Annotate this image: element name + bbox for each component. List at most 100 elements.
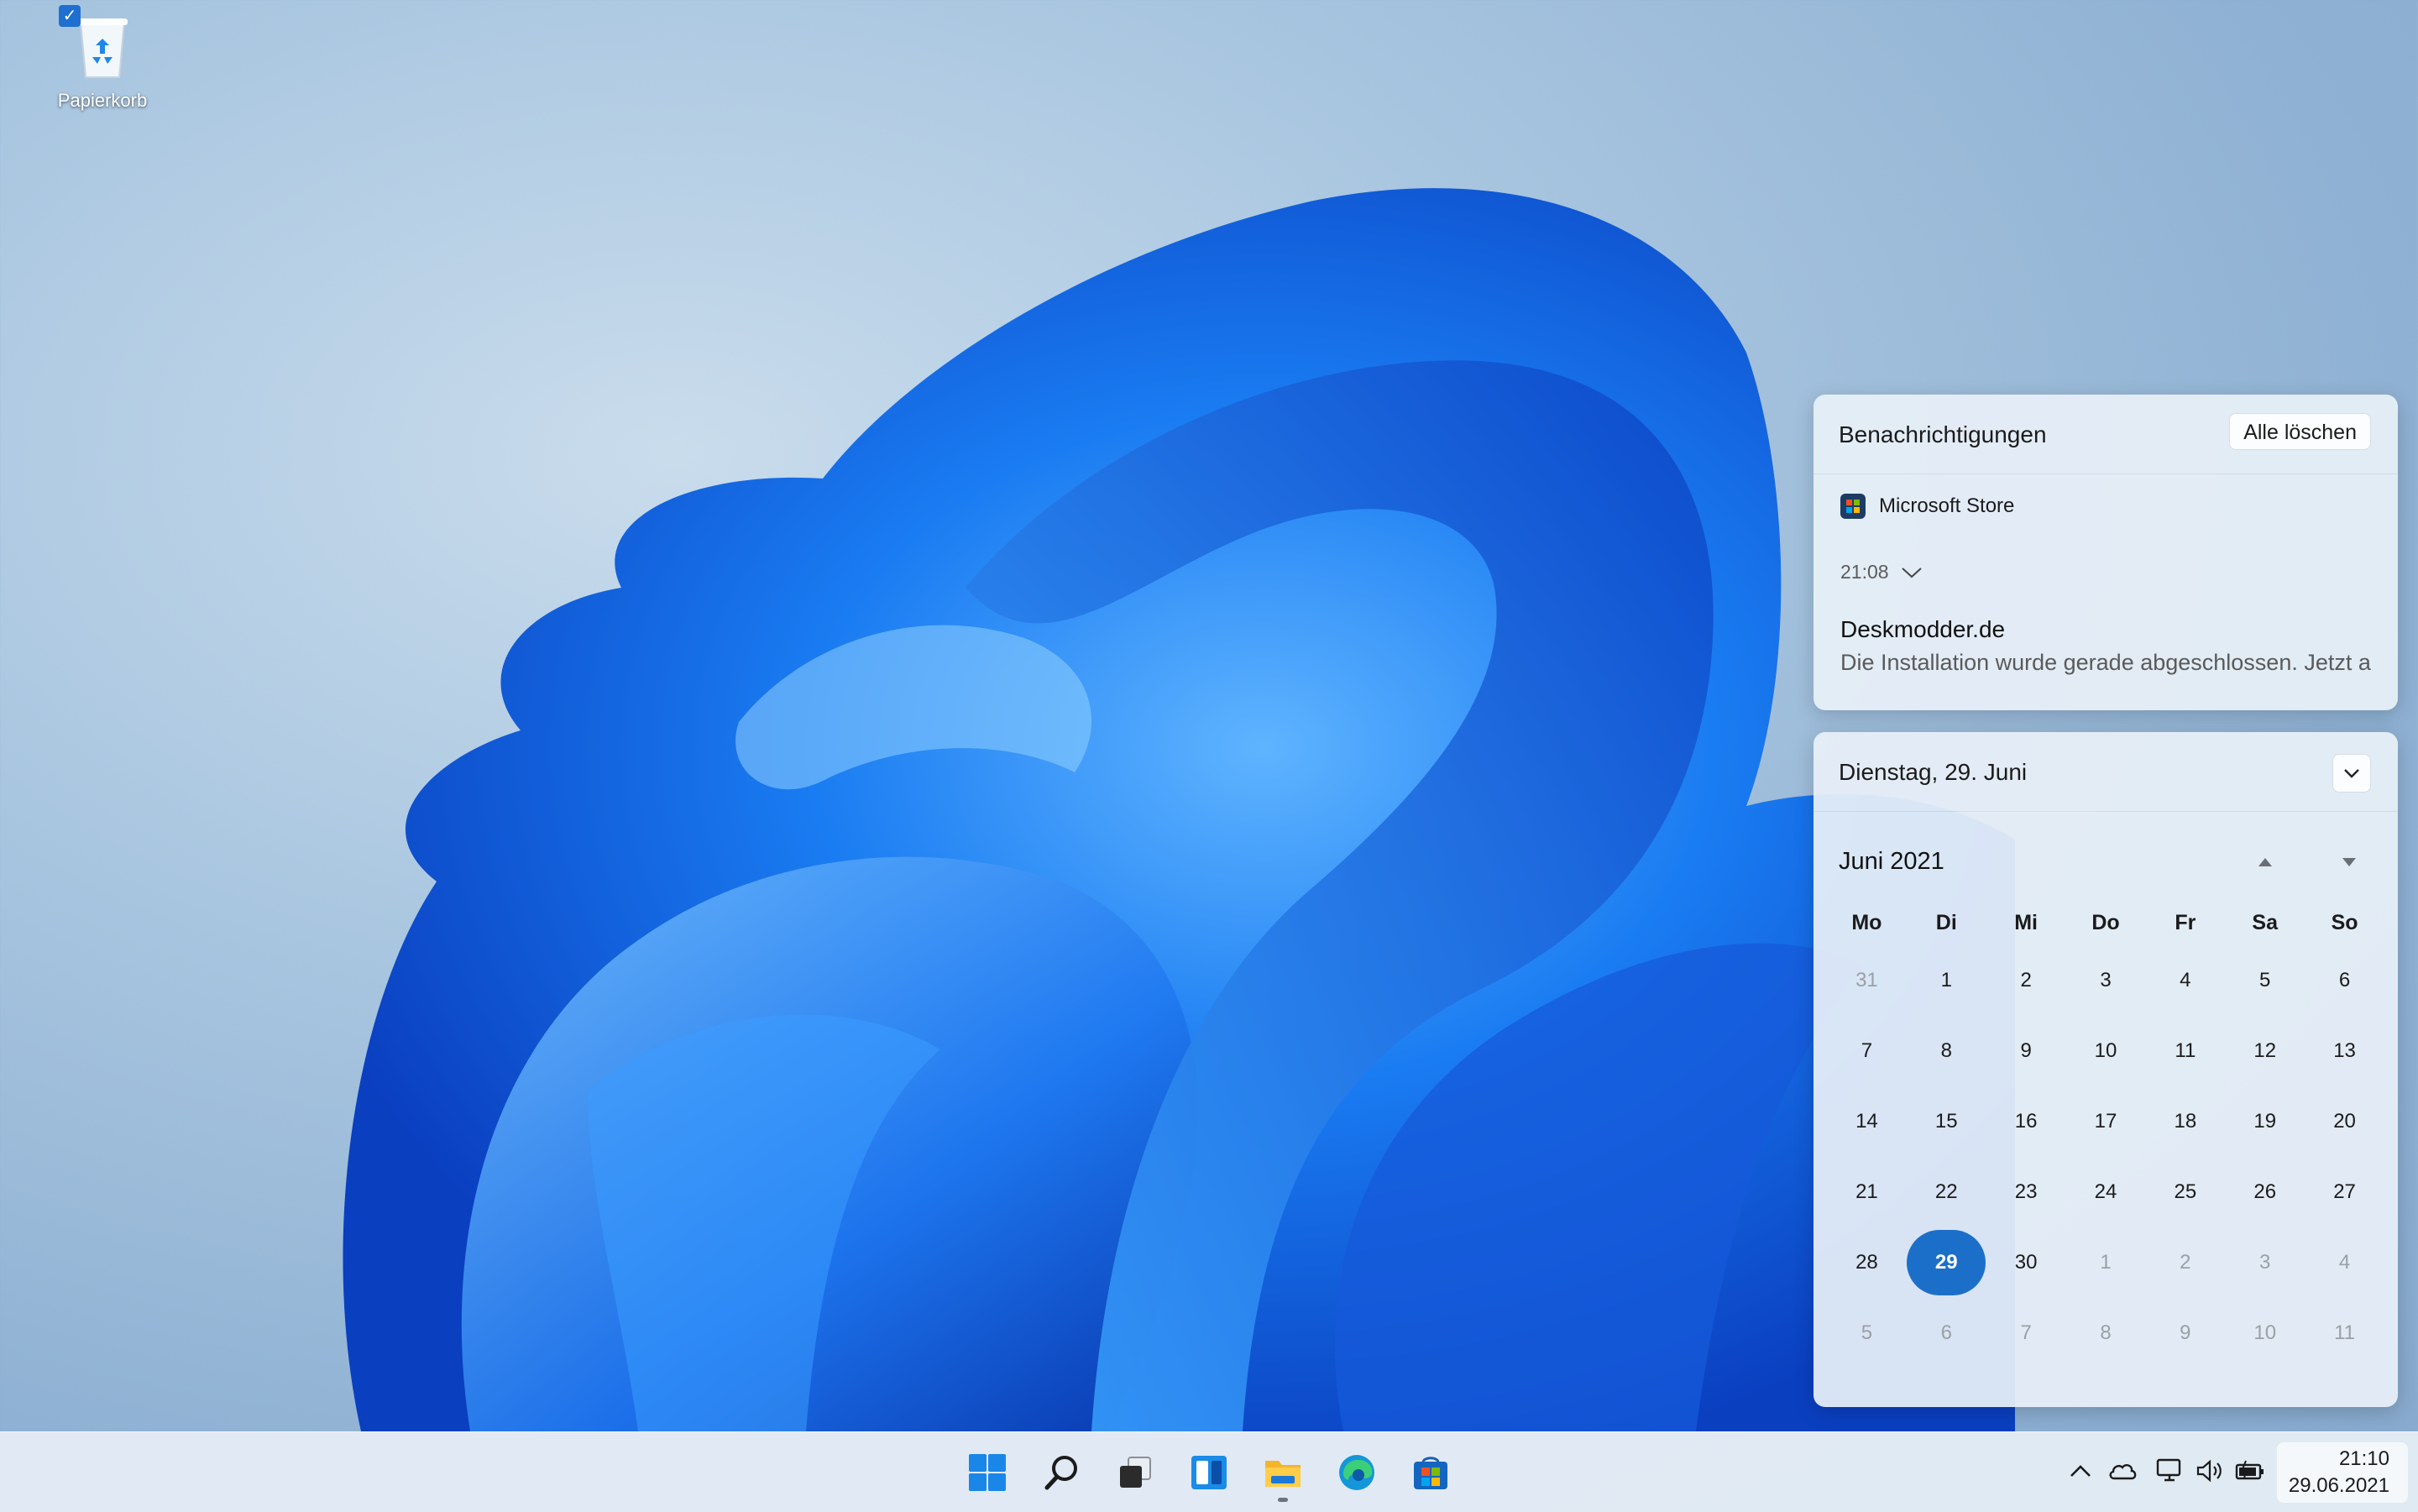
start-icon <box>969 1454 1006 1491</box>
edge-button[interactable] <box>1335 1451 1379 1494</box>
notification-header: Benachrichtigungen Alle löschen <box>1814 395 2398 474</box>
calendar-day[interactable]: 6 <box>1907 1298 1986 1368</box>
volume-icon <box>2196 1459 2222 1483</box>
task-view-icon <box>1120 1457 1151 1488</box>
start-button[interactable] <box>966 1451 1009 1494</box>
network-icon <box>2156 1458 2181 1482</box>
calendar-day[interactable]: 18 <box>2145 1086 2225 1157</box>
calendar-day[interactable]: 7 <box>1827 1016 1907 1086</box>
notification-title: Benachrichtigungen <box>1839 421 2047 447</box>
notification-app-name: Microsoft Store <box>1879 494 2015 517</box>
calendar-day[interactable]: 22 <box>1907 1157 1986 1227</box>
clock-time: 21:10 <box>2338 1447 2389 1470</box>
onedrive-tray-button[interactable] <box>2106 1454 2139 1488</box>
volume-tray-button[interactable] <box>2193 1454 2227 1488</box>
calendar-day[interactable]: 4 <box>2305 1227 2384 1298</box>
calendar-day[interactable]: 3 <box>2066 945 2146 1016</box>
calendar-week-row: 7 8 9 10 11 12 13 <box>1827 1016 2384 1086</box>
calendar-day[interactable]: 8 <box>2066 1298 2146 1368</box>
calendar-flyout: Dienstag, 29. Juni Juni 2021 Mo Di Mi Do… <box>1814 732 2398 1407</box>
show-hidden-icons-button[interactable] <box>2064 1454 2097 1488</box>
calendar-day[interactable]: 11 <box>2145 1016 2225 1086</box>
desktop-icon-label: Papierkorb <box>57 90 148 111</box>
calendar-day[interactable]: 25 <box>2145 1157 2225 1227</box>
microsoft-store-icon <box>1840 494 1866 519</box>
calendar-month-label[interactable]: Juni 2021 <box>1839 848 1944 876</box>
calendar-day[interactable]: 31 <box>1827 945 1907 1016</box>
previous-month-icon[interactable] <box>2257 856 2274 868</box>
today-day-label: 29 <box>1907 1230 1986 1295</box>
calendar-week-row: 28 29 30 1 2 3 4 <box>1827 1227 2384 1298</box>
calendar-week-row: 21 22 23 24 25 26 27 <box>1827 1157 2384 1227</box>
chevron-up-icon <box>2070 1465 2091 1477</box>
onedrive-icon <box>2109 1464 2137 1480</box>
calendar-day[interactable]: 26 <box>2225 1157 2305 1227</box>
calendar-day[interactable]: 17 <box>2066 1086 2146 1157</box>
calendar-day[interactable]: 5 <box>2225 945 2305 1016</box>
calendar-day[interactable]: 9 <box>2145 1298 2225 1368</box>
calendar-day[interactable]: 11 <box>2305 1298 2384 1368</box>
weekday-label: Mi <box>2014 911 2039 934</box>
notification-time: 21:08 <box>1840 561 1889 583</box>
calendar-day[interactable]: 16 <box>1986 1086 2066 1157</box>
battery-tray-button[interactable] <box>2233 1454 2267 1488</box>
widgets-button[interactable] <box>1187 1451 1231 1494</box>
calendar-day[interactable]: 12 <box>2225 1016 2305 1086</box>
calendar-day[interactable]: 13 <box>2305 1016 2384 1086</box>
calendar-day[interactable]: 19 <box>2225 1086 2305 1157</box>
calendar-day[interactable]: 15 <box>1907 1086 1986 1157</box>
calendar-day[interactable]: 8 <box>1907 1016 1986 1086</box>
calendar-day[interactable]: 5 <box>1827 1298 1907 1368</box>
next-month-icon[interactable] <box>2341 856 2358 868</box>
taskbar-clock[interactable]: 21:10 29.06.2021 <box>2277 1442 2408 1503</box>
task-view-button[interactable] <box>1113 1451 1157 1494</box>
battery-icon <box>2235 1460 2264 1480</box>
notification-sender: Deskmodder.de <box>1840 616 2006 642</box>
recycle-bin-icon <box>77 18 128 78</box>
edge-icon <box>1339 1455 1374 1490</box>
microsoft-store-button[interactable] <box>1409 1451 1452 1494</box>
file-explorer-button[interactable] <box>1261 1451 1305 1494</box>
calendar-day[interactable]: 7 <box>1986 1298 2066 1368</box>
calendar-day[interactable]: 24 <box>2066 1157 2146 1227</box>
calendar-weekday-row: Mo Di Mi Do Fr Sa So <box>1827 900 2384 945</box>
calendar-date-header: Dienstag, 29. Juni <box>1839 759 2028 785</box>
weekday-label: Mo <box>1851 911 1882 934</box>
calendar-collapse-button[interactable] <box>2332 754 2371 793</box>
calendar-day[interactable]: 28 <box>1827 1227 1907 1298</box>
calendar-day[interactable]: 10 <box>2066 1016 2146 1086</box>
calendar-day[interactable]: 14 <box>1827 1086 1907 1157</box>
network-tray-button[interactable] <box>2153 1454 2186 1488</box>
calendar-week-row: 31 1 2 3 4 5 6 <box>1827 945 2384 1016</box>
calendar-day[interactable]: 6 <box>2305 945 2384 1016</box>
notification-app-row: Microsoft Store <box>1840 494 2014 519</box>
calendar-day[interactable]: 9 <box>1986 1016 2066 1086</box>
weekday-label: Fr <box>2175 911 2196 934</box>
file-explorer-icon <box>1265 1461 1301 1487</box>
selection-checkbox-icon[interactable]: ✓ <box>59 5 81 27</box>
calendar-day[interactable]: 30 <box>1986 1227 2066 1298</box>
calendar-day[interactable]: 21 <box>1827 1157 1907 1227</box>
calendar-day[interactable]: 2 <box>2145 1227 2225 1298</box>
calendar-day[interactable]: 3 <box>2225 1227 2305 1298</box>
calendar-day[interactable]: 10 <box>2225 1298 2305 1368</box>
calendar-day[interactable]: 23 <box>1986 1157 2066 1227</box>
calendar-day[interactable]: 4 <box>2145 945 2225 1016</box>
calendar-day[interactable]: 1 <box>1907 945 1986 1016</box>
calendar-day[interactable]: 2 <box>1986 945 2066 1016</box>
calendar-day[interactable]: 27 <box>2305 1157 2384 1227</box>
notification-time-row: 21:08 <box>1840 561 1923 583</box>
calendar-day[interactable]: 20 <box>2305 1086 2384 1157</box>
calendar-day-today[interactable]: 29 <box>1907 1227 1986 1298</box>
calendar-week-row: 14 15 16 17 18 19 20 <box>1827 1086 2384 1157</box>
calendar-day[interactable]: 1 <box>2066 1227 2146 1298</box>
clear-all-button[interactable]: Alle löschen <box>2229 413 2371 450</box>
running-indicator <box>1278 1498 1288 1502</box>
clock-date: 29.06.2021 <box>2288 1474 2389 1497</box>
chevron-down-icon[interactable] <box>1901 566 1923 579</box>
desktop-icon-recycle-bin[interactable]: ✓ Papierkorb <box>44 5 161 112</box>
calendar-week-row: 5 6 7 8 9 10 11 <box>1827 1298 2384 1368</box>
weekday-label: Di <box>1935 911 1957 934</box>
chevron-down-icon <box>2344 769 2359 778</box>
search-button[interactable] <box>1039 1451 1083 1494</box>
